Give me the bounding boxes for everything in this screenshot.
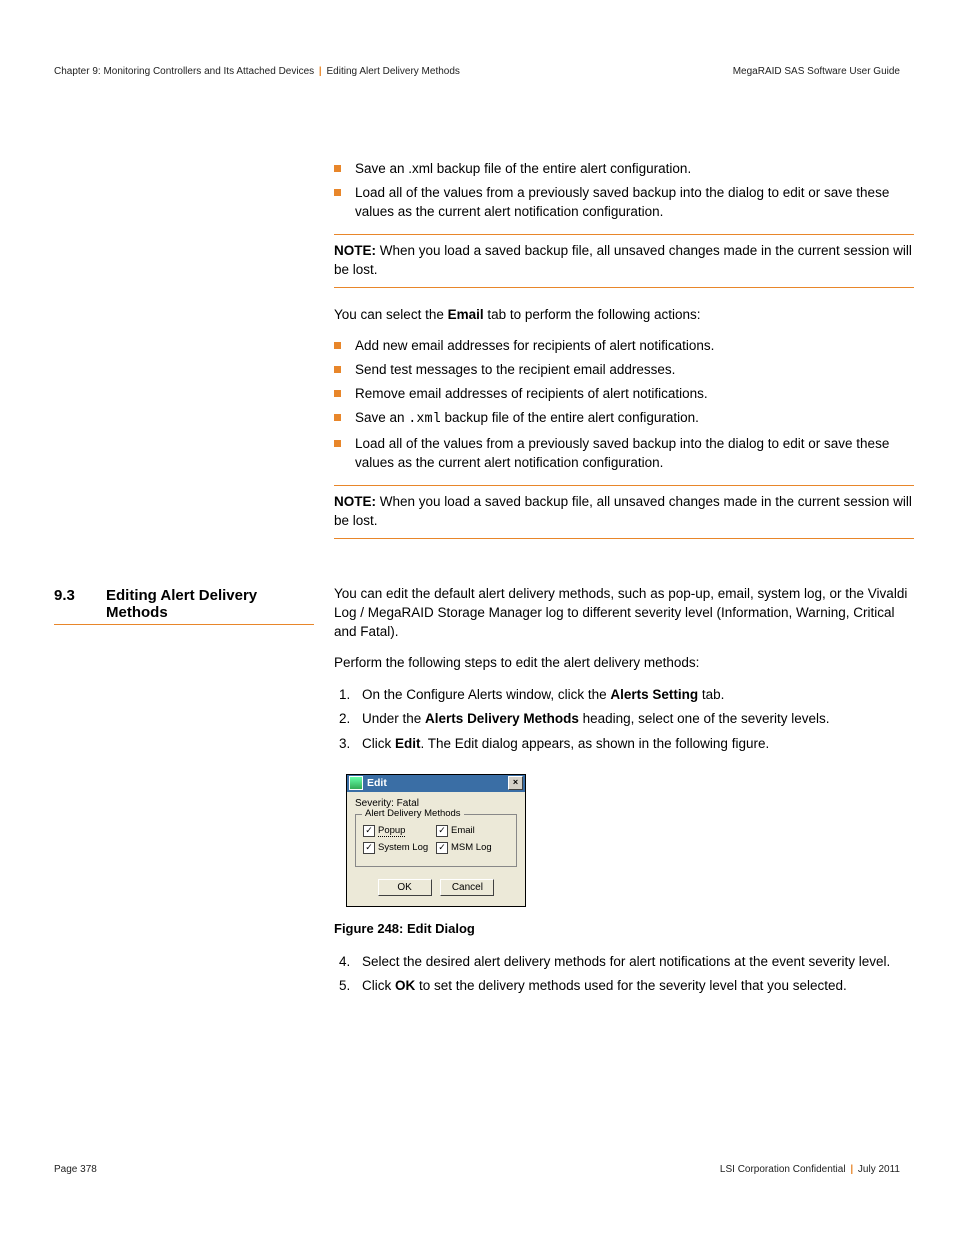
section-intro: You can edit the default alert delivery … bbox=[334, 585, 914, 642]
section-number: 9.3 bbox=[54, 587, 106, 621]
steps-list-continued: Select the desired alert delivery method… bbox=[334, 952, 914, 997]
header-guide: MegaRAID SAS Software User Guide bbox=[733, 66, 900, 77]
header-section: Editing Alert Delivery Methods bbox=[327, 66, 460, 77]
edit-dialog-figure: Edit × Severity: Fatal Alert Delivery Me… bbox=[346, 774, 914, 907]
note-text: When you load a saved backup file, all u… bbox=[334, 494, 912, 528]
list-item: Send test messages to the recipient emai… bbox=[334, 361, 914, 380]
section-perform: Perform the following steps to edit the … bbox=[334, 654, 914, 673]
bullet-list-1: Save an .xml backup file of the entire a… bbox=[334, 160, 914, 222]
bullet-icon bbox=[334, 390, 341, 397]
list-item: Save an .xml backup file of the entire a… bbox=[334, 160, 914, 179]
group-legend: Alert Delivery Methods bbox=[362, 808, 464, 819]
list-item: Save an .xml backup file of the entire a… bbox=[334, 409, 914, 430]
email-intro: You can select the Email tab to perform … bbox=[334, 306, 914, 325]
list-text: Send test messages to the recipient emai… bbox=[355, 361, 675, 380]
step-item: Click OK to set the delivery methods use… bbox=[354, 976, 914, 996]
step-item: Select the desired alert delivery method… bbox=[354, 952, 914, 972]
check-icon: ✓ bbox=[436, 825, 448, 837]
bold: Alerts Delivery Methods bbox=[425, 711, 579, 726]
dialog-buttons: OK Cancel bbox=[355, 879, 517, 896]
step-item: On the Configure Alerts window, click th… bbox=[354, 685, 914, 705]
page-header: Chapter 9: Monitoring Controllers and It… bbox=[54, 66, 900, 77]
section-title-text: Editing Alert Delivery Methods bbox=[106, 587, 314, 621]
text: tab to perform the following actions: bbox=[484, 307, 701, 322]
bold: Edit bbox=[395, 736, 421, 751]
checkbox-label: Popup bbox=[378, 825, 405, 837]
bold: Alerts Setting bbox=[610, 687, 698, 702]
bullet-list-2: Add new email addresses for recipients o… bbox=[334, 337, 914, 472]
checkbox-label: Email bbox=[451, 825, 475, 836]
email-bold: Email bbox=[448, 307, 484, 322]
checkbox-system-log[interactable]: ✓System Log bbox=[363, 842, 436, 854]
bullet-icon bbox=[334, 165, 341, 172]
check-icon: ✓ bbox=[363, 825, 375, 837]
page-footer: Page 378 LSI Corporation Confidential | … bbox=[54, 1164, 900, 1175]
bullet-icon bbox=[334, 189, 341, 196]
checkbox-label: System Log bbox=[378, 842, 428, 853]
edit-dialog: Edit × Severity: Fatal Alert Delivery Me… bbox=[346, 774, 526, 907]
dialog-title: Edit bbox=[367, 777, 508, 789]
cancel-button[interactable]: Cancel bbox=[440, 879, 494, 896]
code-text: .xml bbox=[408, 412, 440, 427]
bullet-icon bbox=[334, 366, 341, 373]
close-button[interactable]: × bbox=[508, 776, 523, 790]
check-icon: ✓ bbox=[436, 842, 448, 854]
text: You can select the bbox=[334, 307, 448, 322]
bullet-icon bbox=[334, 414, 341, 421]
footer-right: LSI Corporation Confidential | July 2011 bbox=[720, 1164, 900, 1175]
bullet-icon bbox=[334, 342, 341, 349]
list-text: Add new email addresses for recipients o… bbox=[355, 337, 714, 356]
checkbox-msm-log[interactable]: ✓MSM Log bbox=[436, 842, 509, 854]
list-text: Remove email addresses of recipients of … bbox=[355, 385, 708, 404]
header-left: Chapter 9: Monitoring Controllers and It… bbox=[54, 66, 460, 77]
list-item: Load all of the values from a previously… bbox=[334, 184, 914, 222]
step-item: Under the Alerts Delivery Methods headin… bbox=[354, 709, 914, 729]
footer-date: July 2011 bbox=[858, 1164, 900, 1175]
dialog-titlebar: Edit × bbox=[347, 775, 525, 792]
list-text: Load all of the values from a previously… bbox=[355, 435, 914, 473]
delivery-methods-group: Alert Delivery Methods ✓Popup ✓Email ✓Sy… bbox=[355, 814, 517, 867]
note-box-1: NOTE: When you load a saved backup file,… bbox=[334, 234, 914, 289]
checkbox-email[interactable]: ✓Email bbox=[436, 825, 509, 837]
note-text: When you load a saved backup file, all u… bbox=[334, 243, 912, 277]
app-icon bbox=[349, 776, 363, 790]
section-heading: 9.3 Editing Alert Delivery Methods bbox=[54, 587, 314, 625]
list-item: Add new email addresses for recipients o… bbox=[334, 337, 914, 356]
check-icon: ✓ bbox=[363, 842, 375, 854]
ok-button[interactable]: OK bbox=[378, 879, 432, 896]
figure-caption: Figure 248: Edit Dialog bbox=[334, 921, 914, 936]
bullet-icon bbox=[334, 440, 341, 447]
checkbox-popup[interactable]: ✓Popup bbox=[363, 825, 436, 837]
list-item: Load all of the values from a previously… bbox=[334, 435, 914, 473]
list-text: Save an .xml backup file of the entire a… bbox=[355, 409, 699, 430]
note-box-2: NOTE: When you load a saved backup file,… bbox=[334, 485, 914, 540]
note-label: NOTE: bbox=[334, 494, 376, 509]
checkbox-label: MSM Log bbox=[451, 842, 492, 853]
footer-page: Page 378 bbox=[54, 1164, 97, 1175]
list-text: Load all of the values from a previously… bbox=[355, 184, 914, 222]
dialog-body: Severity: Fatal Alert Delivery Methods ✓… bbox=[347, 792, 525, 906]
bold: OK bbox=[395, 978, 415, 993]
divider-icon: | bbox=[319, 66, 322, 77]
list-item: Remove email addresses of recipients of … bbox=[334, 385, 914, 404]
step-item: Click Edit. The Edit dialog appears, as … bbox=[354, 734, 914, 754]
note-label: NOTE: bbox=[334, 243, 376, 258]
divider-icon: | bbox=[850, 1164, 853, 1175]
footer-conf: LSI Corporation Confidential bbox=[720, 1164, 846, 1175]
list-text: Save an .xml backup file of the entire a… bbox=[355, 160, 691, 179]
header-chapter: Chapter 9: Monitoring Controllers and It… bbox=[54, 66, 314, 77]
steps-list: On the Configure Alerts window, click th… bbox=[334, 685, 914, 754]
main-content: Save an .xml backup file of the entire a… bbox=[54, 160, 914, 1008]
